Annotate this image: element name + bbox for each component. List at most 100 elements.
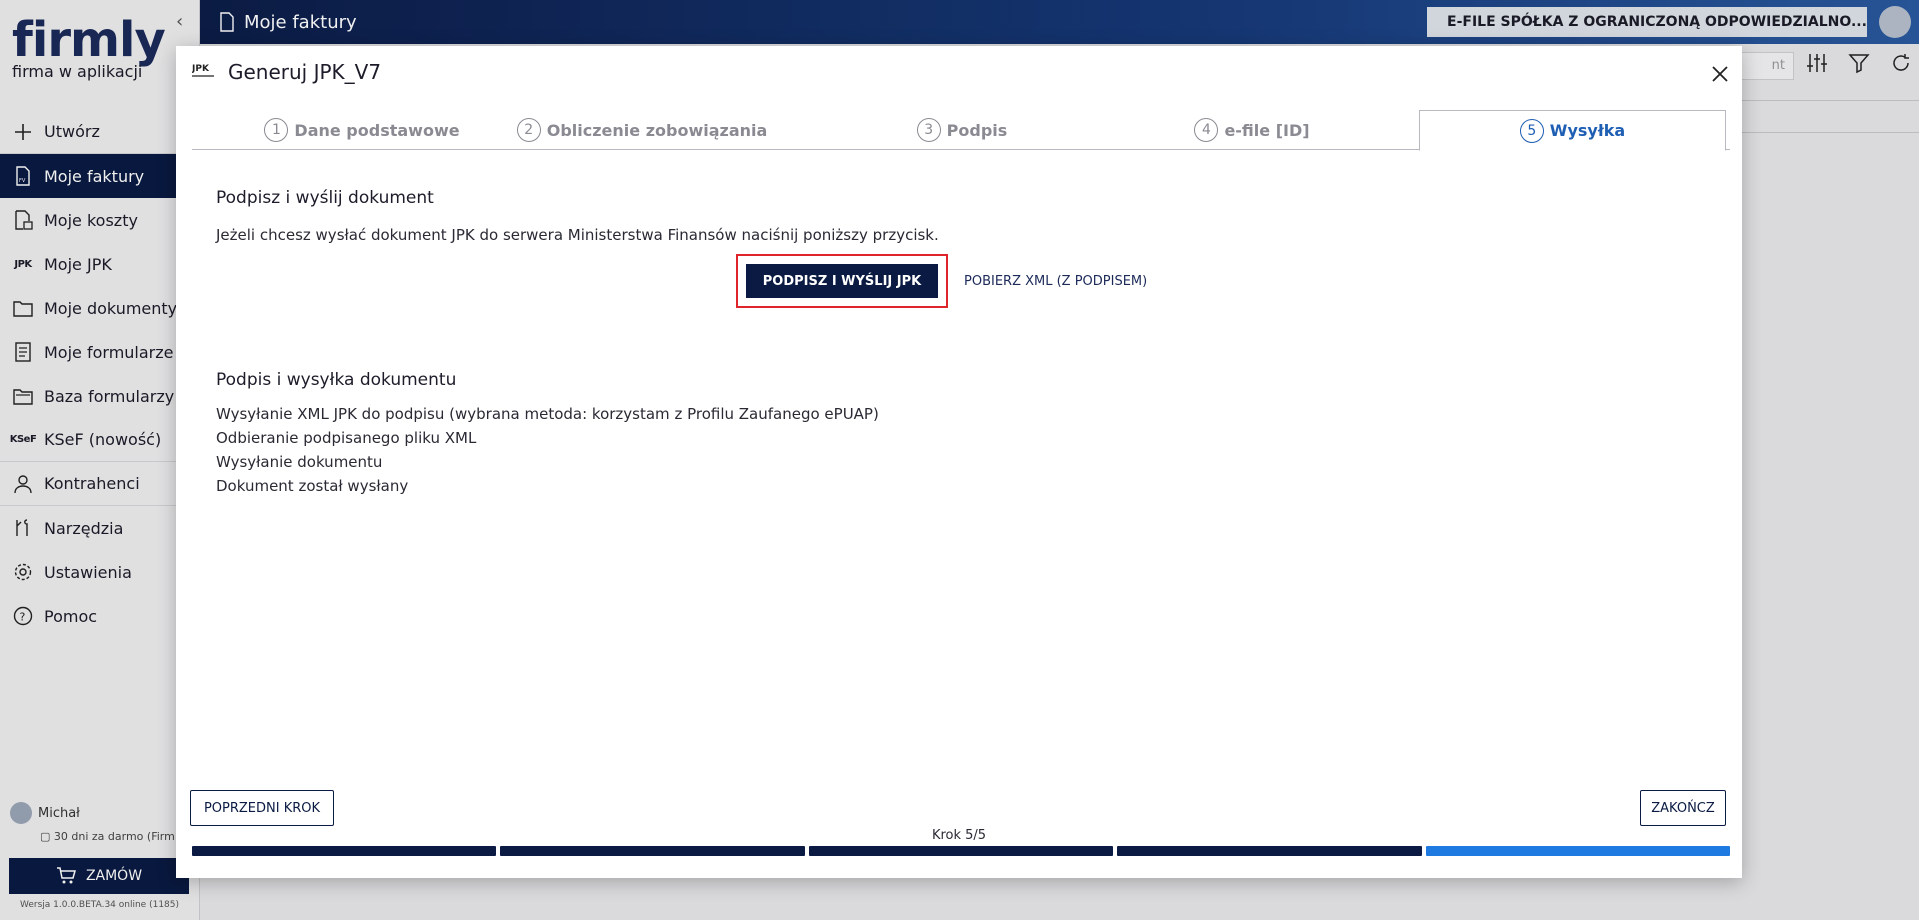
person-icon xyxy=(12,473,34,495)
step-number: 5 xyxy=(1519,118,1544,143)
step-number: 2 xyxy=(516,118,541,142)
sidebar-item-label: Pomoc xyxy=(44,606,98,626)
close-icon[interactable] xyxy=(1708,62,1732,86)
help-icon: ? xyxy=(12,605,34,627)
sliders-icon[interactable] xyxy=(1806,52,1828,74)
toolbar xyxy=(1806,52,1912,74)
topbar: Moje faktury E-FILE SPÓŁKA Z OGRANICZONĄ… xyxy=(200,0,1919,44)
progress-label: Krok 5/5 xyxy=(931,828,987,843)
user-profile[interactable]: Michał xyxy=(10,802,80,824)
sidebar-item-forms-base[interactable]: Baza formularzy xyxy=(0,374,200,418)
company-selector[interactable]: E-FILE SPÓŁKA Z OGRANICZONĄ ODPOWIEDZIAL… xyxy=(1427,7,1867,37)
progress-segment xyxy=(192,846,497,856)
sidebar-item-label: KSeF (nowość) xyxy=(44,430,162,449)
sidebar-item-jpk[interactable]: JPK Moje JPK xyxy=(0,242,200,286)
sidebar-item-contractors[interactable]: Kontrahenci xyxy=(0,462,200,506)
logo[interactable]: firmly firma w aplikacji xyxy=(12,14,166,81)
tab-step-3[interactable]: 3 Podpis xyxy=(792,110,1132,150)
order-label: ZAMÓW xyxy=(85,868,143,884)
sidebar-item-settings[interactable]: Ustawienia xyxy=(0,550,200,594)
filter-icon[interactable] xyxy=(1848,52,1870,74)
sidebar-item-label: Moje formularze xyxy=(44,342,174,362)
avatar xyxy=(10,802,32,824)
collapse-sidebar-icon[interactable]: ‹ xyxy=(176,12,192,32)
progress-segment xyxy=(808,846,1114,856)
step-label: e-file [ID] xyxy=(1224,120,1310,140)
sidebar-item-label: Baza formularzy xyxy=(44,386,175,406)
sidebar-item-help[interactable]: ? Pomoc xyxy=(0,594,200,638)
download-xml-button[interactable]: POBIERZ XML (Z PODPISEM) xyxy=(964,274,1147,289)
tab-step-5[interactable]: 5 Wysyłka xyxy=(1419,110,1726,151)
progress-bar xyxy=(192,846,1731,856)
ksef-icon: KSeF xyxy=(9,434,37,445)
folder-icon xyxy=(12,297,34,319)
svg-text:JPK: JPK xyxy=(192,64,210,74)
company-name: E-FILE SPÓŁKA Z OGRANICZONĄ ODPOWIEDZIAL… xyxy=(1447,14,1867,30)
list-item: Wysyłanie dokumentu xyxy=(216,453,383,471)
sidebar-item-create[interactable]: Utwórz xyxy=(0,110,200,154)
finish-button[interactable]: ZAKOŃCZ xyxy=(1640,790,1726,826)
sidebar-item-label: Moje JPK xyxy=(44,254,112,274)
gear-icon xyxy=(12,561,34,583)
user-name: Michał xyxy=(38,805,80,821)
invoice-icon: FV xyxy=(12,165,34,187)
sign-and-send-button[interactable]: PODPISZ I WYŚLIJ JPK xyxy=(746,264,938,298)
trial-text: 30 dni za darmo (Firm xyxy=(53,830,175,843)
search-placeholder: nt xyxy=(1771,58,1785,73)
sidebar-item-tools[interactable]: Narzędzia xyxy=(0,506,200,550)
step-label: Obliczenie zobowiązania xyxy=(546,120,768,140)
box-icon: ▢ xyxy=(40,830,54,843)
sidebar-item-label: Moje faktury xyxy=(44,166,145,186)
sidebar-item-label: Moje koszty xyxy=(44,210,138,230)
list-item: Wysyłanie XML JPK do podpisu (wybrana me… xyxy=(216,405,879,423)
svg-text:?: ? xyxy=(20,611,26,624)
sidebar-item-label: Kontrahenci xyxy=(44,474,140,493)
svg-text:FV: FV xyxy=(19,178,26,184)
section-title: Podpisz i wyślij dokument xyxy=(216,188,434,208)
dialog-title: Generuj JPK_V7 xyxy=(228,60,382,84)
sidebar-item-forms[interactable]: Moje formularze xyxy=(0,330,200,374)
instruction-text: Jeżeli chcesz wysłać dokument JPK do ser… xyxy=(216,226,939,244)
form-icon xyxy=(12,341,34,363)
tab-step-4[interactable]: 4 e-file [ID] xyxy=(1082,110,1422,150)
list-item: Odbieranie podpisanego pliku XML xyxy=(216,429,477,447)
step-label: Podpis xyxy=(946,120,1008,140)
dialog-header: JPK Generuj JPK_V7 xyxy=(191,60,382,84)
refresh-icon[interactable] xyxy=(1890,52,1912,74)
page-title: Moje faktury xyxy=(218,0,357,44)
order-button[interactable]: ZAMÓW xyxy=(9,858,189,894)
sidebar-item-ksef[interactable]: KSeF KSeF (nowość) xyxy=(0,418,200,462)
costs-icon xyxy=(12,209,34,231)
folders-icon xyxy=(12,385,34,407)
divider xyxy=(1741,100,1919,101)
sidebar: firmly firma w aplikacji ‹ Utwórz FV Moj… xyxy=(0,0,200,920)
tab-step-2[interactable]: 2 Obliczenie zobowiązania xyxy=(472,110,812,150)
divider xyxy=(1741,132,1919,133)
page-title-text: Moje faktury xyxy=(244,11,357,33)
invoice-icon xyxy=(220,12,234,32)
sidebar-item-documents[interactable]: Moje dokumenty xyxy=(0,286,200,330)
sidebar-item-label: Ustawienia xyxy=(44,562,132,582)
previous-step-button[interactable]: POPRZEDNI KROK xyxy=(190,790,334,826)
step-label: Dane podstawowe xyxy=(294,120,460,140)
avatar[interactable] xyxy=(1879,6,1911,38)
sidebar-item-label: Moje dokumenty xyxy=(44,298,178,318)
sidebar-item-costs[interactable]: Moje koszty xyxy=(0,198,200,242)
trial-info[interactable]: ▢ 30 dni za darmo (Firm xyxy=(40,830,190,843)
list-item: Dokument został wysłany xyxy=(216,477,409,495)
cart-icon xyxy=(56,867,76,884)
progress-segment xyxy=(1425,846,1731,856)
sidebar-item-label: Utwórz xyxy=(44,122,100,141)
sidebar-nav: Utwórz FV Moje faktury Moje koszty JPK M… xyxy=(0,110,200,638)
section-title: Podpis i wysyłka dokumentu xyxy=(216,370,457,390)
logo-tagline: firma w aplikacji xyxy=(12,62,143,81)
step-number: 1 xyxy=(264,118,289,142)
jpk-icon: JPK xyxy=(191,60,214,84)
status-list: Wysyłanie XML JPK do podpisu (wybrana me… xyxy=(216,402,879,498)
version-info: Wersja 1.0.0.BETA.34 online (1185) xyxy=(20,900,180,910)
sidebar-item-invoices[interactable]: FV Moje faktury xyxy=(0,154,200,198)
generate-jpk-dialog: JPK Generuj JPK_V7 1 Dane podstawowe 2 O… xyxy=(176,46,1742,878)
progress-segment xyxy=(500,846,805,856)
plus-icon xyxy=(12,121,34,143)
highlight-box: PODPISZ I WYŚLIJ JPK xyxy=(736,254,948,308)
